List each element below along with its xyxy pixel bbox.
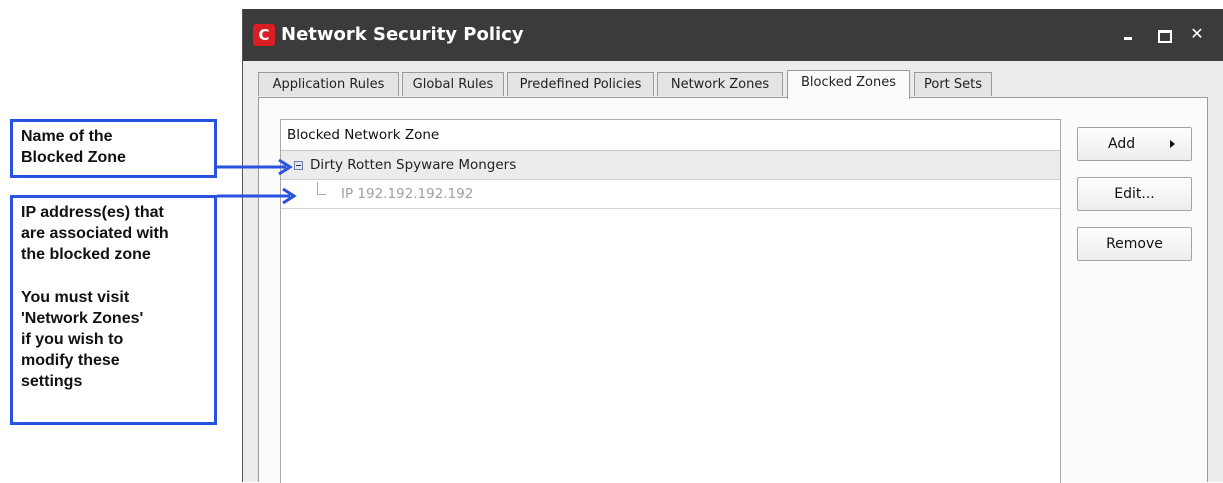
callout-spacer (21, 265, 206, 287)
minimize-button[interactable] (1116, 21, 1140, 47)
submenu-arrow-icon (1170, 140, 1175, 148)
title-bar[interactable]: C Network Security Policy ✕ (243, 9, 1223, 61)
zone-name: Dirty Rotten Spyware Mongers (310, 157, 517, 173)
column-header-blocked-network-zone[interactable]: Blocked Network Zone (281, 120, 1060, 151)
callout-line: modify these (21, 352, 120, 369)
callout-line: settings (21, 373, 83, 390)
callout-line: Blocked Zone (21, 149, 126, 166)
ip-address: IP 192.192.192.192 (341, 186, 474, 202)
network-security-policy-window: C Network Security Policy ✕ Application … (242, 9, 1223, 483)
edit-button[interactable]: Edit... (1077, 177, 1192, 211)
tree-connector-icon (317, 182, 326, 195)
tab-port-sets[interactable]: Port Sets (914, 72, 992, 96)
tab-network-zones[interactable]: Network Zones (657, 72, 783, 96)
close-icon: ✕ (1190, 24, 1204, 43)
list-item-ip[interactable]: IP 192.192.192.192 (281, 180, 1060, 209)
callout-line: Name of the (21, 128, 113, 145)
callout-line: if you wish to (21, 331, 124, 348)
blocked-zones-panel: Blocked Network Zone Dirty Rotten Spywar… (258, 97, 1208, 483)
close-button[interactable]: ✕ (1185, 21, 1209, 47)
list-item-zone[interactable]: Dirty Rotten Spyware Mongers (281, 151, 1060, 180)
callout-line: IP address(es) that (21, 204, 164, 221)
remove-button[interactable]: Remove (1077, 227, 1192, 261)
callout-line: You must visit (21, 289, 130, 306)
add-button[interactable]: Add (1077, 127, 1192, 161)
blocked-zones-list[interactable]: Blocked Network Zone Dirty Rotten Spywar… (280, 119, 1061, 483)
callout-ip-info: IP address(es) that are associated with … (10, 195, 217, 425)
tab-blocked-zones[interactable]: Blocked Zones (787, 70, 910, 99)
callout-zone-name: Name of the Blocked Zone (10, 119, 217, 178)
add-button-label: Add (1108, 136, 1136, 152)
window-title: Network Security Policy (281, 24, 524, 45)
minimize-icon (1124, 37, 1132, 40)
callout-line: are associated with (21, 225, 169, 242)
maximize-icon (1158, 30, 1172, 43)
callout-line: 'Network Zones' (21, 310, 144, 327)
tab-application-rules[interactable]: Application Rules (258, 72, 399, 96)
tab-predefined-policies[interactable]: Predefined Policies (507, 72, 654, 96)
tab-global-rules[interactable]: Global Rules (402, 72, 504, 96)
maximize-button[interactable] (1151, 21, 1175, 47)
callout-line: the blocked zone (21, 246, 151, 263)
collapse-icon[interactable] (294, 161, 303, 170)
app-logo-icon: C (253, 24, 275, 46)
